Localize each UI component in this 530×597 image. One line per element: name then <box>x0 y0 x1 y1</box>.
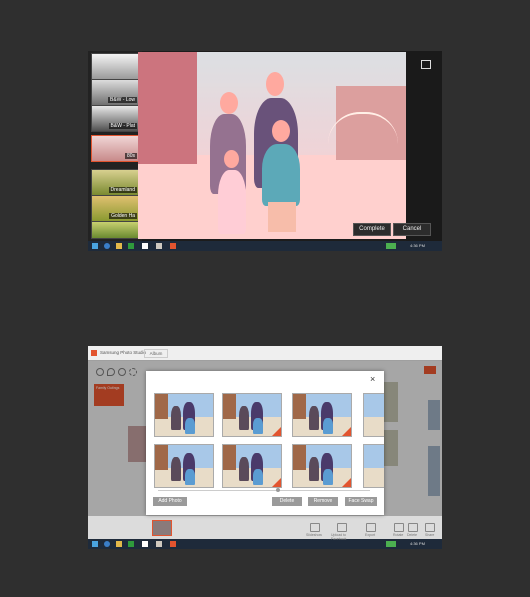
filter-label: 80s <box>124 153 137 159</box>
face-badge-icon <box>342 478 351 487</box>
rotate-icon[interactable] <box>394 523 404 532</box>
tab-album[interactable]: Album <box>144 349 168 358</box>
ie-icon[interactable] <box>104 243 110 249</box>
filter-thumb-80s[interactable]: 80s <box>91 135 140 162</box>
filter-label: B&W - Low <box>107 97 137 103</box>
camera-app-icon[interactable] <box>142 243 148 249</box>
folder-icon[interactable] <box>116 243 122 249</box>
face-swap-dialog: × Add Photo Delete Remove Face Swap <box>146 371 384 515</box>
ie-icon[interactable] <box>104 541 110 547</box>
filter-thumb-dreamland[interactable]: Dreamland <box>91 169 140 196</box>
side-panel <box>406 51 442 241</box>
photos-app-icon[interactable] <box>156 243 162 249</box>
facebook-upload-label: Upload to Facebook <box>331 533 347 541</box>
camera-app-icon[interactable] <box>142 541 148 547</box>
face-badge-icon <box>272 427 281 436</box>
filter-label: Dreamland <box>108 187 137 193</box>
share-label: Share <box>425 533 435 537</box>
cancel-button[interactable]: Cancel <box>393 223 431 236</box>
filter-strip: B&W - Low B&W - Plat 80s Dreamland Golde… <box>88 51 142 241</box>
remove-button[interactable]: Remove <box>308 497 338 506</box>
photo-thumb[interactable] <box>292 444 352 488</box>
add-photo-button[interactable]: Add Photo <box>153 497 187 506</box>
photo-thumb-partial[interactable] <box>363 393 384 437</box>
filter-thumb-extra[interactable] <box>91 221 140 239</box>
photos-app-icon[interactable] <box>156 541 162 547</box>
photo-thumb[interactable] <box>222 393 282 437</box>
crop-icon[interactable] <box>421 60 431 69</box>
windows-start-icon[interactable] <box>92 243 98 249</box>
filter-editor-screen: B&W - Low B&W - Plat 80s Dreamland Golde… <box>88 51 442 251</box>
face-badge-icon <box>272 478 281 487</box>
facebook-upload-icon[interactable] <box>337 523 347 532</box>
filter-thumb-bw-low[interactable]: B&W - Low <box>91 79 140 106</box>
photo-thumb[interactable] <box>292 393 352 437</box>
face-badge-icon <box>342 427 351 436</box>
filter-label: B&W - Plat <box>108 123 137 129</box>
delete-label: Delete <box>407 533 418 537</box>
complete-button[interactable]: Complete <box>353 223 391 236</box>
delete-icon[interactable] <box>408 523 418 532</box>
photo-studio-icon[interactable] <box>170 541 176 547</box>
app-title: Samsung Photo Studio <box>100 350 147 355</box>
photo-thumb[interactable] <box>154 393 214 437</box>
bottom-toolbar <box>88 516 442 539</box>
windows-taskbar: 4:36 PM <box>88 241 442 251</box>
horizontal-scrollbar[interactable] <box>158 490 370 491</box>
filter-thumb-bw-high[interactable] <box>91 53 140 80</box>
export-icon[interactable] <box>366 523 376 532</box>
battery-icon <box>386 243 396 249</box>
slideshow-icon[interactable] <box>310 523 320 532</box>
store-icon[interactable] <box>128 541 134 547</box>
scroll-thumb[interactable] <box>276 488 280 492</box>
clock-text: 4:36 PM <box>410 243 425 248</box>
battery-icon <box>386 541 396 547</box>
main-photo <box>138 52 406 239</box>
app-title-bar: Samsung Photo Studio Album <box>88 346 442 361</box>
share-icon[interactable] <box>425 523 435 532</box>
selected-thumb[interactable] <box>152 520 172 536</box>
clock-text: 4:36 PM <box>410 541 425 546</box>
app-logo-icon <box>91 350 97 356</box>
photo-thumb[interactable] <box>222 444 282 488</box>
export-label: Export <box>365 533 376 537</box>
folder-icon[interactable] <box>116 541 122 547</box>
filter-thumb-bw-plat[interactable]: B&W - Plat <box>91 105 140 132</box>
photo-thumb[interactable] <box>154 444 214 488</box>
delete-button[interactable]: Delete <box>272 497 302 506</box>
windows-start-icon[interactable] <box>92 541 98 547</box>
filter-label: Golden Ha <box>109 213 137 219</box>
rotate-label: Rotate <box>393 533 404 537</box>
close-dialog-button[interactable]: × <box>370 374 375 384</box>
face-swap-button[interactable]: Face Swap <box>345 497 377 506</box>
photo-thumb-partial[interactable] <box>363 444 384 488</box>
slideshow-label: Slideshow <box>306 533 322 537</box>
windows-taskbar: 4:36 PM <box>88 539 442 549</box>
photo-studio-icon[interactable] <box>170 243 176 249</box>
store-icon[interactable] <box>128 243 134 249</box>
filter-thumb-golden-hour[interactable]: Golden Ha <box>91 195 140 222</box>
